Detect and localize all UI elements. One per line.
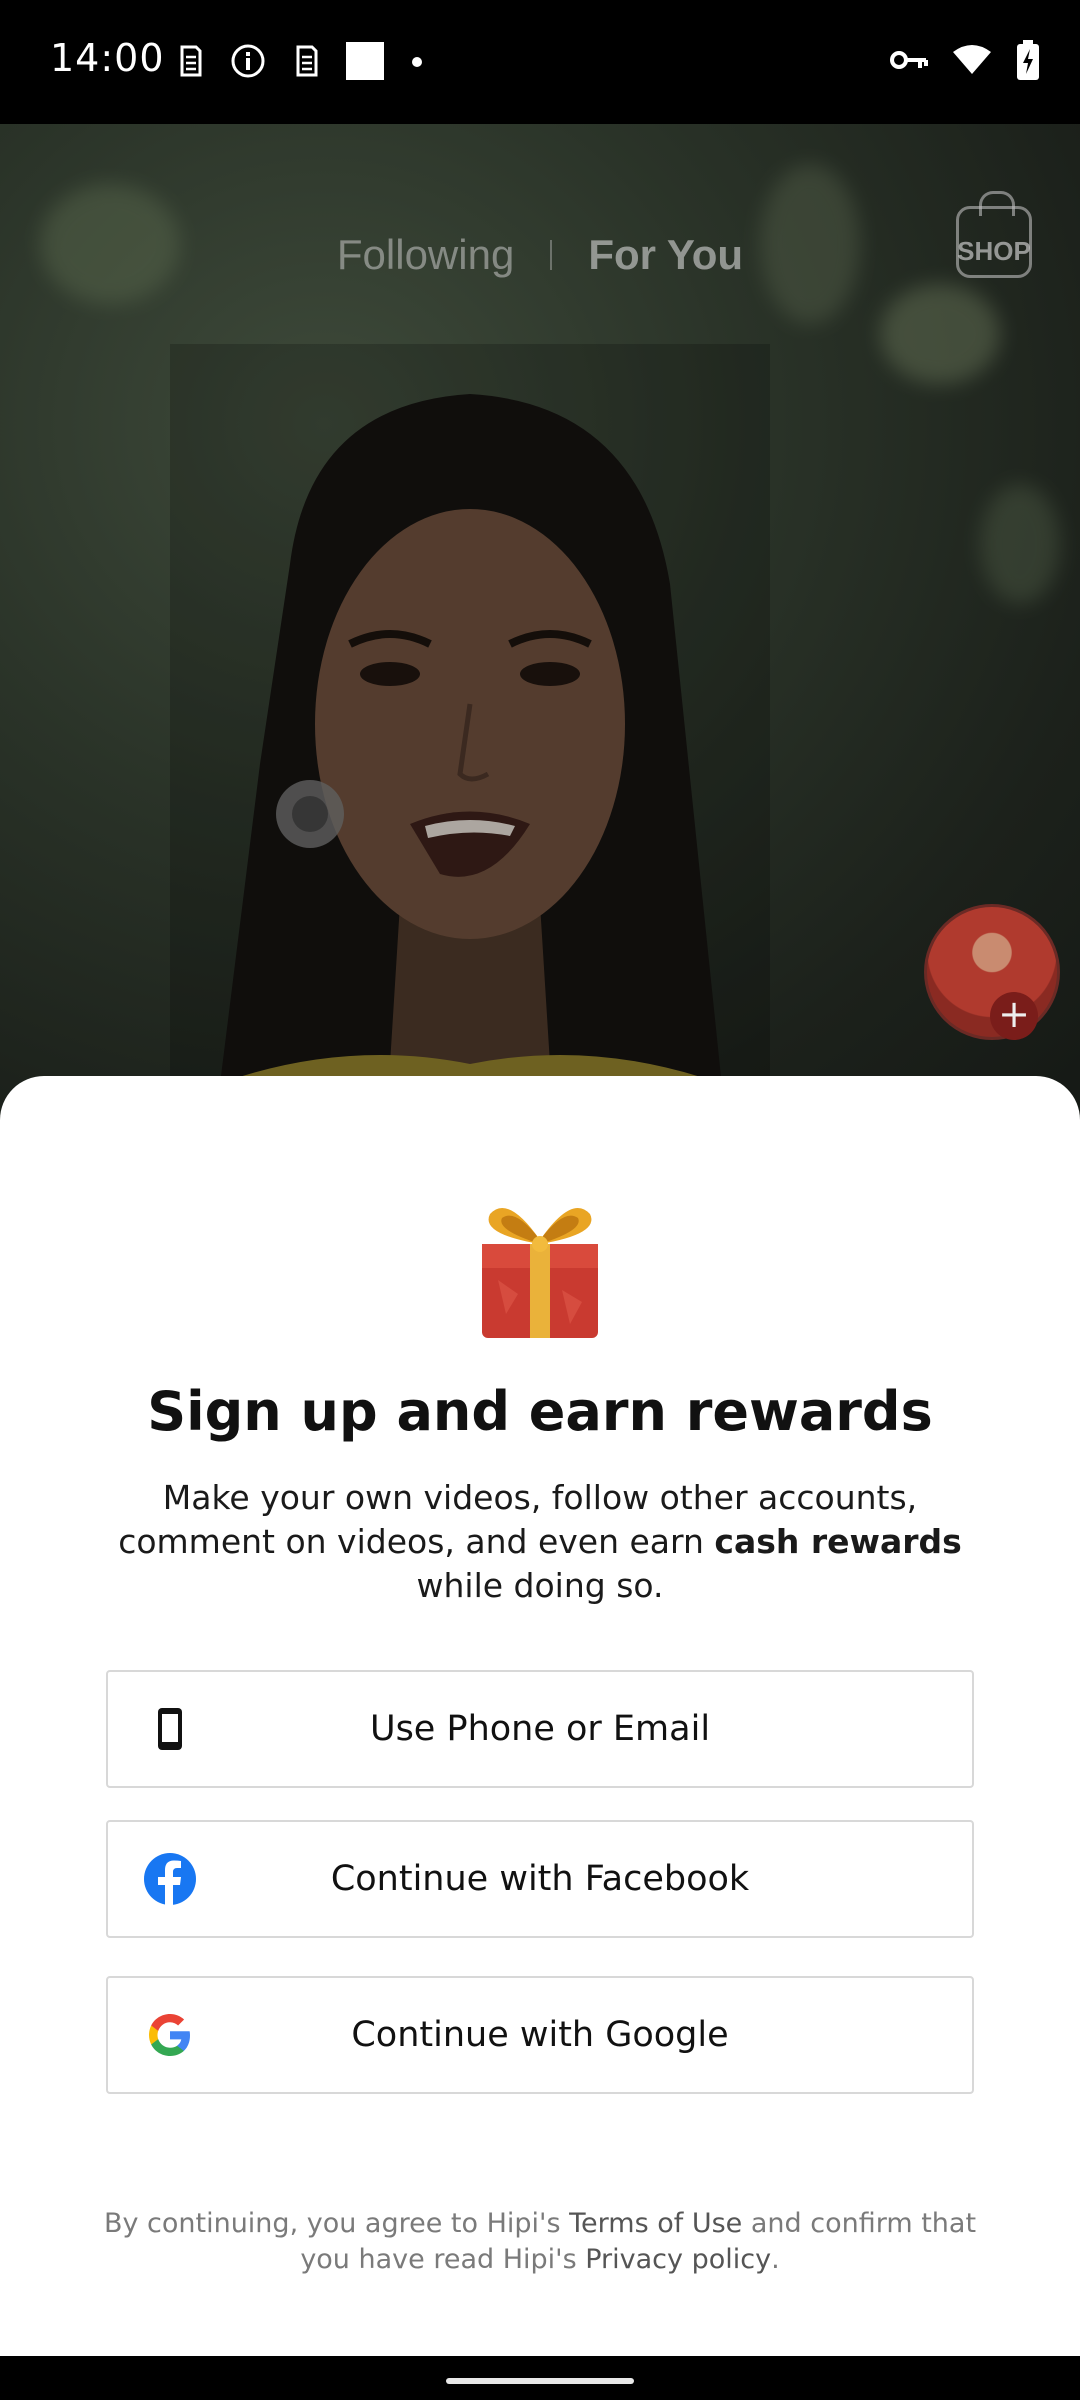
dot-icon	[410, 54, 424, 73]
key-icon	[890, 48, 928, 76]
follow-plus-icon[interactable]: +	[990, 992, 1038, 1040]
wifi-icon	[952, 44, 992, 80]
shop-label: SHOP	[957, 236, 1031, 266]
status-bar: 14:00	[0, 0, 1080, 124]
legal-disclaimer: By continuing, you agree to Hipi's Terms…	[90, 2206, 990, 2278]
video-player[interactable]: Following For You SHOP +	[0, 124, 1080, 1124]
google-icon	[144, 2009, 196, 2061]
legal-text-end: .	[771, 2244, 780, 2275]
gift-icon	[482, 1207, 598, 1338]
terms-of-use-link[interactable]: Terms of Use	[569, 2208, 742, 2239]
background-bokeh	[980, 484, 1060, 604]
continue-with-google-button[interactable]: Continue with Google	[106, 1976, 974, 2094]
status-icons-right	[890, 40, 1040, 84]
square-icon	[346, 42, 384, 84]
desc-text-end: while doing so.	[416, 1566, 664, 1605]
shop-button[interactable]: SHOP	[956, 191, 1032, 278]
legal-text: By continuing, you agree to Hipi's	[103, 2208, 570, 2239]
info-icon	[230, 43, 266, 83]
background-bokeh	[880, 284, 1000, 384]
tab-divider	[550, 240, 553, 270]
feed-tabs: Following For You	[0, 220, 1080, 290]
status-time: 14:00	[50, 36, 165, 80]
use-phone-or-email-button[interactable]: Use Phone or Email	[106, 1670, 974, 1788]
sim-icon	[292, 43, 320, 83]
privacy-policy-link[interactable]: Privacy policy	[585, 2244, 771, 2275]
shop-bag-icon	[979, 191, 1015, 216]
facebook-icon	[144, 1853, 196, 1905]
facebook-button-label: Continue with Facebook	[330, 1859, 750, 1899]
sim-icon	[176, 43, 204, 83]
signup-bottom-sheet: Sign up and earn rewards Make your own v…	[0, 1076, 1080, 2356]
creator-avatar-button[interactable]: +	[924, 904, 1060, 1040]
desc-bold-text: cash rewards	[714, 1522, 962, 1561]
google-button-label: Continue with Google	[351, 2015, 729, 2055]
phone-icon	[144, 1703, 196, 1755]
phone-button-label: Use Phone or Email	[369, 1709, 711, 1749]
signup-title: Sign up and earn rewards	[147, 1380, 933, 1443]
battery-charging-icon	[1016, 40, 1040, 84]
tab-following[interactable]: Following	[337, 231, 514, 279]
status-icons-left	[176, 42, 424, 84]
home-gesture-handle[interactable]	[446, 2378, 634, 2384]
navigation-bar	[0, 2356, 1080, 2400]
continue-with-facebook-button[interactable]: Continue with Facebook	[106, 1820, 974, 1938]
video-person-figure	[170, 344, 770, 1124]
tab-for-you[interactable]: For You	[588, 231, 743, 279]
signup-description: Make your own videos, follow other accou…	[100, 1476, 980, 1608]
